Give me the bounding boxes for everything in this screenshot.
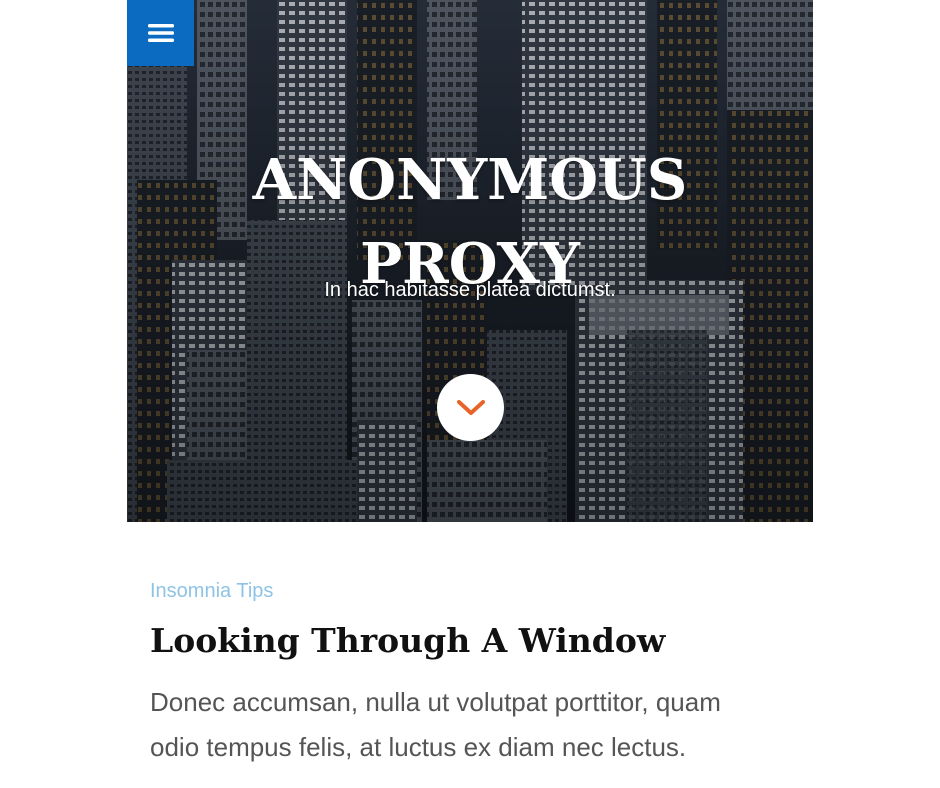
post-preview: Insomnia Tips Looking Through A Window D… bbox=[150, 576, 790, 770]
scroll-down-button[interactable] bbox=[437, 374, 504, 441]
hamburger-icon bbox=[147, 24, 174, 42]
hero-header: ANONYMOUS PROXY In hac habitasse platea … bbox=[127, 0, 813, 522]
chevron-down-icon bbox=[456, 399, 485, 415]
menu-button[interactable] bbox=[127, 0, 194, 66]
post-category-link[interactable]: Insomnia Tips bbox=[150, 576, 790, 606]
page: ANONYMOUS PROXY In hac habitasse platea … bbox=[0, 0, 940, 788]
post-excerpt: Donec accumsan, nulla ut volutpat portti… bbox=[150, 687, 721, 762]
site-tagline: In hac habitasse platea dictumst. bbox=[324, 279, 616, 301]
site-title-line-1: ANONYMOUS bbox=[252, 146, 688, 213]
post-title[interactable]: Looking Through A Window bbox=[150, 618, 790, 664]
